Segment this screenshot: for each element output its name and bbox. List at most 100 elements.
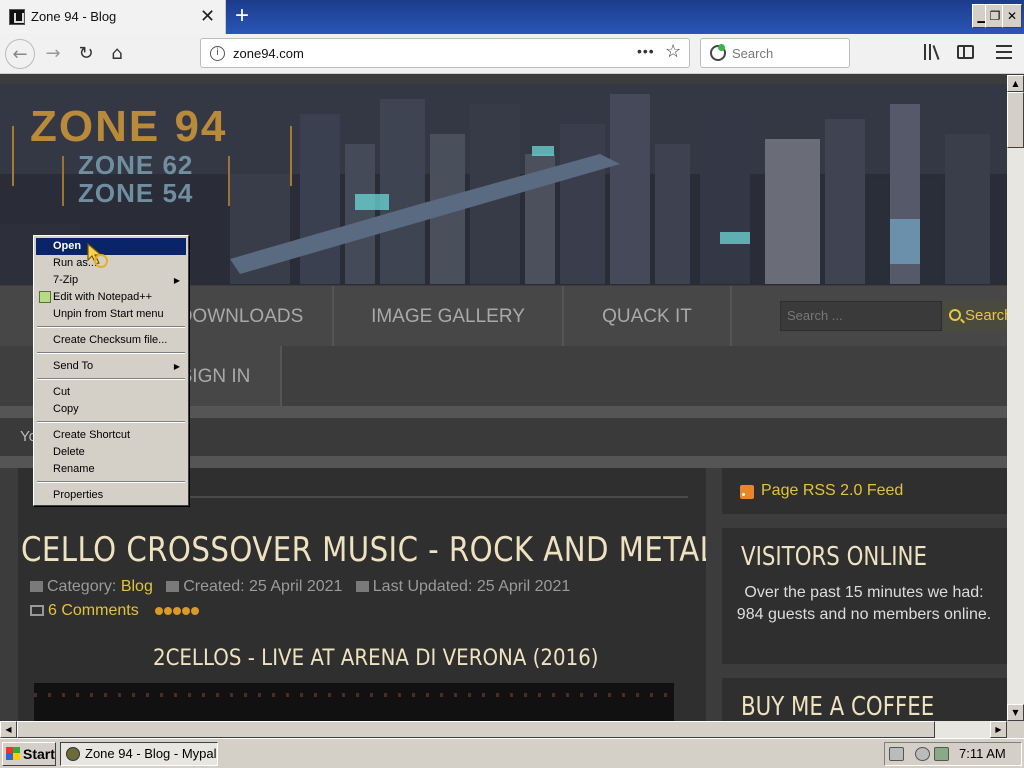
site-search-button[interactable]: Search xyxy=(943,301,1007,331)
tab-title: Zone 94 - Blog xyxy=(31,9,117,24)
visitors-text: Over the past 15 minutes we had: 984 gue… xyxy=(736,584,992,623)
menu-separator xyxy=(37,378,185,380)
menu-item-delete[interactable]: Delete xyxy=(36,444,186,461)
coffee-title: BUY ME A COFFEE xyxy=(741,692,935,721)
tab-strip: Zone 94 - Blog ✕ + ▁ ❐ ✕ xyxy=(0,0,1024,34)
submenu-arrow-icon: ▶ xyxy=(173,276,180,285)
windows-logo-icon xyxy=(6,747,20,760)
rating-dot xyxy=(164,607,173,615)
site-favicon-icon xyxy=(9,9,25,25)
reload-button[interactable]: ↻ xyxy=(71,39,101,69)
taskbar-item-mypal[interactable]: Zone 94 - Blog - Mypal xyxy=(60,742,218,766)
site-search-button-label: Search xyxy=(965,307,1007,324)
rating-dot xyxy=(191,607,200,615)
logo-subtitle-2: ZONE 54 xyxy=(78,178,194,208)
calendar-icon xyxy=(166,581,180,592)
category-label: Category: xyxy=(47,578,117,595)
navigation-toolbar: ← → ↻ ⌂ i zone94.com ••• ☆ Search xyxy=(0,34,1024,74)
rating-stars xyxy=(155,602,200,620)
library-icon[interactable] xyxy=(924,44,942,60)
menu-item-send-to[interactable]: Send To ▶ xyxy=(36,358,186,375)
taskbar-item-label: Zone 94 - Blog - Mypal xyxy=(85,746,217,761)
rss-box: Page RSS 2.0 Feed xyxy=(722,468,1007,514)
menu-item-edit-notepad[interactable]: Edit with Notepad++ xyxy=(36,289,186,306)
video-title: 2CELLOS - LIVE AT ARENA DI VERONA (2016) xyxy=(153,646,599,671)
logo-subtitle-1: ZONE 62 xyxy=(78,150,194,180)
scroll-corner xyxy=(1007,721,1024,738)
site-info-icon[interactable]: i xyxy=(210,46,225,61)
menu-item-create-shortcut[interactable]: Create Shortcut xyxy=(36,427,186,444)
video-player[interactable] xyxy=(34,683,674,721)
site-search-input[interactable]: Search ... xyxy=(780,301,942,331)
hamburger-menu-icon[interactable] xyxy=(996,45,1012,59)
menu-item-open[interactable]: Open xyxy=(36,238,186,255)
start-button[interactable]: Start xyxy=(2,742,56,766)
forward-button[interactable]: → xyxy=(38,39,68,69)
menu-item-unpin[interactable]: Unpin from Start menu xyxy=(36,306,186,323)
column-gap xyxy=(706,468,722,721)
scroll-up-icon[interactable]: ▲ xyxy=(1007,75,1024,92)
nav-quack-it[interactable]: QUACK IT xyxy=(564,286,730,346)
tab-close-icon[interactable]: ✕ xyxy=(200,6,215,26)
menu-item-7zip-label: 7-Zip xyxy=(53,274,79,286)
site-logo[interactable]: ZONE 94 xyxy=(30,102,227,152)
rss-link[interactable]: Page RSS 2.0 Feed xyxy=(761,482,903,500)
menu-item-checksum[interactable]: Create Checksum file... xyxy=(36,332,186,349)
created-date: Created: 25 April 2021 xyxy=(183,578,343,595)
back-button[interactable]: ← xyxy=(5,39,35,69)
scroll-right-icon[interactable]: ▶ xyxy=(990,721,1007,738)
menu-item-rename[interactable]: Rename xyxy=(36,461,186,478)
calendar-icon xyxy=(355,581,369,592)
menu-item-run-as[interactable]: Run as... xyxy=(36,255,186,272)
scroll-left-icon[interactable]: ◀ xyxy=(0,721,17,738)
clock[interactable]: 7:11 AM xyxy=(959,746,1006,761)
system-tray: 7:11 AM xyxy=(884,742,1022,766)
keyboard-icon[interactable] xyxy=(889,747,904,761)
menu-separator xyxy=(37,481,185,483)
horizontal-scroll-thumb[interactable] xyxy=(17,721,935,738)
nav-separator xyxy=(730,286,732,346)
visitors-box: VISITORS ONLINE Over the past 15 minutes… xyxy=(722,528,1007,664)
rating-dot xyxy=(173,607,182,615)
menu-item-copy[interactable]: Copy xyxy=(36,401,186,418)
coffee-box: BUY ME A COFFEE xyxy=(722,678,1007,721)
comments-row: 6 Comments xyxy=(30,602,200,620)
visitors-title: VISITORS ONLINE xyxy=(741,542,927,572)
article-title[interactable]: CELLO CROSSOVER MUSIC - ROCK AND METAL xyxy=(21,530,716,570)
comments-link[interactable]: 6 Comments xyxy=(48,602,139,619)
article-meta: Category: Blog Created: 25 April 2021 La… xyxy=(30,578,570,596)
url-text[interactable]: zone94.com xyxy=(233,46,304,61)
vertical-scroll-thumb[interactable] xyxy=(1007,92,1024,148)
context-menu: Open Run as... 7-Zip ▶ Edit with Notepad+… xyxy=(33,235,189,506)
page-actions-icon[interactable]: ••• xyxy=(637,43,655,59)
scroll-down-icon[interactable]: ▼ xyxy=(1007,704,1024,721)
submenu-arrow-icon: ▶ xyxy=(173,362,180,371)
nav-image-gallery[interactable]: IMAGE GALLERY xyxy=(334,286,562,346)
bookmark-star-icon[interactable]: ☆ xyxy=(665,41,681,62)
tab-zone94-blog[interactable]: Zone 94 - Blog ✕ xyxy=(0,0,226,34)
home-button[interactable]: ⌂ xyxy=(102,39,132,69)
menu-separator xyxy=(37,352,185,354)
updated-date: Last Updated: 25 April 2021 xyxy=(372,578,571,595)
url-bar[interactable]: i zone94.com ••• ☆ xyxy=(200,38,690,68)
search-engine-icon[interactable] xyxy=(710,44,726,61)
mypal-browser-icon xyxy=(66,747,80,761)
notepad-plus-plus-icon xyxy=(39,291,51,303)
menu-item-7zip[interactable]: 7-Zip ▶ xyxy=(36,272,186,289)
rating-dot xyxy=(155,607,164,615)
security-icon[interactable] xyxy=(915,747,930,761)
close-window-button[interactable]: ✕ xyxy=(1002,4,1022,28)
browser-search-input[interactable]: Search xyxy=(700,38,850,68)
hand-pointer-cursor-icon xyxy=(87,242,108,268)
new-tab-button[interactable]: + xyxy=(229,2,255,30)
rating-dot xyxy=(182,607,191,615)
rss-icon xyxy=(740,485,754,499)
category-link[interactable]: Blog xyxy=(121,578,153,595)
search-placeholder: Search xyxy=(732,46,774,61)
sidebar-toggle-icon[interactable] xyxy=(957,45,974,59)
horizontal-scrollbar[interactable]: ◀ ▶ xyxy=(0,721,1007,738)
menu-item-properties[interactable]: Properties xyxy=(36,487,186,504)
vertical-scrollbar[interactable]: ▲ ▼ xyxy=(1007,75,1024,721)
menu-item-cut[interactable]: Cut xyxy=(36,384,186,401)
network-icon[interactable] xyxy=(934,747,949,761)
